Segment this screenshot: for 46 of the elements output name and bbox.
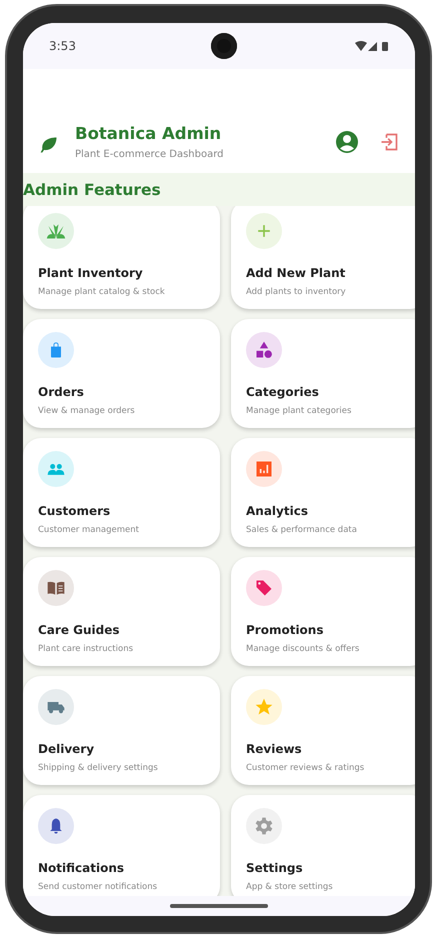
feature-card[interactable]: Customers Customer management (23, 438, 220, 547)
feature-card[interactable]: Reviews Customer reviews & ratings (231, 676, 415, 785)
feature-title: Analytics (246, 504, 308, 518)
feature-title: Care Guides (38, 623, 120, 637)
feature-title: Customers (38, 504, 110, 518)
feature-description: Customer reviews & ratings (246, 763, 364, 773)
home-handle[interactable] (170, 904, 268, 908)
feature-card[interactable]: Orders View & manage orders (23, 319, 220, 428)
feature-card[interactable]: Analytics Sales & performance data (231, 438, 415, 547)
feature-card[interactable]: Plant Inventory Manage plant catalog & stock (23, 206, 220, 309)
feature-title: Delivery (38, 742, 94, 756)
feature-title: Notifications (38, 861, 124, 875)
feature-description: App & store settings (246, 882, 333, 892)
feature-card[interactable]: Delivery Shipping & delivery settings (23, 676, 220, 785)
feature-card[interactable]: Categories Manage plant categories (231, 319, 415, 428)
feature-title: Orders (38, 385, 84, 399)
feature-description: Send customer notifications (38, 882, 158, 892)
feature-description: Add plants to inventory (246, 287, 346, 297)
section-title: Admin Features (23, 180, 161, 198)
clock-time: 3:53 (49, 39, 76, 53)
feature-description: Customer management (38, 525, 139, 535)
feature-description: Shipping & delivery settings (38, 763, 158, 773)
feature-description: Manage plant categories (246, 406, 352, 416)
app-title: Botanica Admin (75, 124, 222, 143)
feature-description: Plant care instructions (38, 644, 134, 654)
feature-title: Add New Plant (246, 266, 346, 280)
feature-card[interactable]: Add New Plant Add plants to inventory (231, 206, 415, 309)
leaf-icon (39, 135, 59, 155)
feature-description: Manage plant catalog & stock (38, 287, 165, 297)
status-icons (355, 40, 389, 52)
feature-card[interactable]: Promotions Manage discounts & offers (231, 557, 415, 666)
feature-card[interactable]: Settings App & store settings (231, 795, 415, 896)
account-icon[interactable] (335, 130, 359, 154)
feature-card[interactable]: Notifications Send customer notifications (23, 795, 220, 896)
feature-title: Promotions (246, 623, 324, 637)
feature-description: Manage discounts & offers (246, 644, 360, 654)
camera-icon (211, 33, 237, 59)
feature-description: View & manage orders (38, 406, 135, 416)
feature-title: Plant Inventory (38, 266, 143, 280)
feature-card[interactable]: Care Guides Plant care instructions (23, 557, 220, 666)
feature-title: Reviews (246, 742, 302, 756)
app-subtitle: Plant E-commerce Dashboard (75, 149, 225, 160)
feature-title: Categories (246, 385, 319, 399)
feature-description: Sales & performance data (246, 525, 357, 535)
logout-icon[interactable] (379, 132, 399, 152)
feature-title: Settings (246, 861, 303, 875)
